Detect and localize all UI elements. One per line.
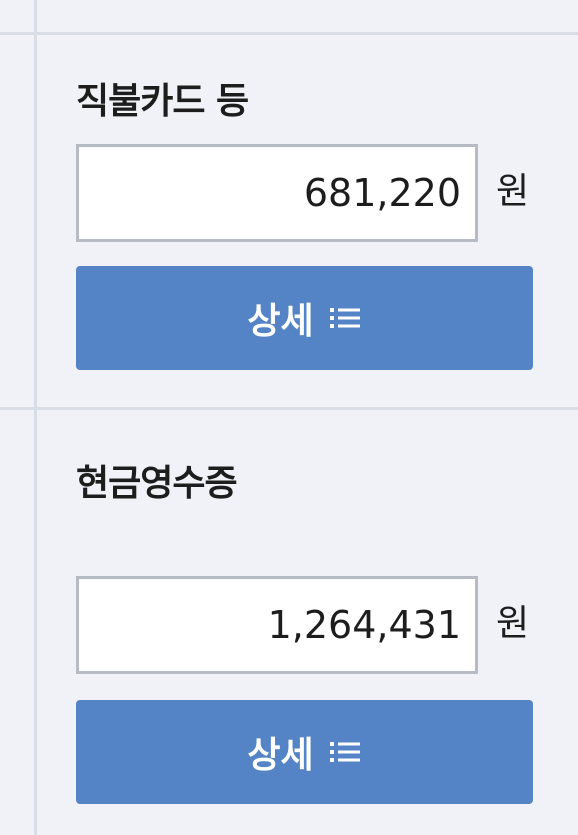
amount-row: 원 [76,144,536,248]
column-divider [34,0,37,835]
detail-button[interactable]: 상세 [76,266,533,370]
amount-input[interactable] [76,144,478,242]
row-divider-top [0,32,578,35]
section-title: 직불카드 등 [76,81,249,122]
amount-row: 원 [76,576,536,680]
list-icon [329,740,362,764]
detail-button[interactable]: 상세 [76,700,533,804]
currency-unit: 원 [496,171,530,212]
list-icon [329,306,362,330]
detail-button-label: 상세 [247,735,314,776]
detail-button-label: 상세 [247,301,314,342]
deduction-panel: 직불카드 등 원 상세 현금영수증 원 [0,0,578,835]
section-title: 현금영수증 [76,463,238,504]
row-divider-middle [0,407,578,410]
currency-unit: 원 [496,603,530,644]
amount-input[interactable] [76,576,478,674]
